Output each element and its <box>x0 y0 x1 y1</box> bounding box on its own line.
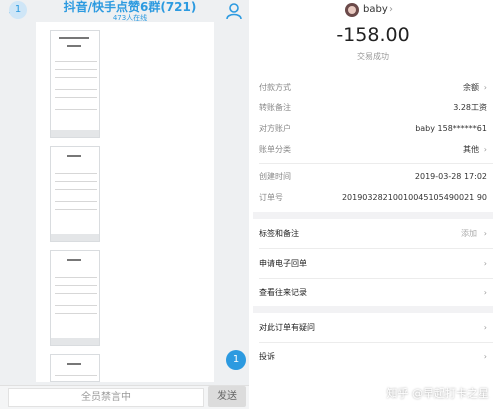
row-value: 20190328210010045105490021 90 <box>341 193 487 202</box>
chevron-right-icon[interactable]: › <box>389 3 393 17</box>
transaction-detail-panel: baby › -158.00 交易成功 付款方式 余额 › 转账备注 3.28工… <box>253 0 493 409</box>
action-tags-notes[interactable]: 标签和备注 添加 › <box>259 227 487 241</box>
row-label: 账单分类 <box>259 145 291 154</box>
action-order-question[interactable]: 对此订单有疑问 › <box>259 321 487 335</box>
divider <box>259 278 493 279</box>
section-separator <box>253 212 493 219</box>
row-label: 转账备注 <box>259 103 291 112</box>
person-icon[interactable] <box>225 2 243 20</box>
user-name[interactable]: baby <box>363 3 388 17</box>
screenshot-thumbnail[interactable] <box>50 354 100 382</box>
row-label: 订单号 <box>259 193 283 202</box>
row-label: 对方账户 <box>259 124 291 133</box>
chevron-right-icon[interactable]: › <box>484 257 487 271</box>
row-value: 3.28工资 <box>453 103 487 112</box>
chat-panel: ‹ 1 抖音/快手点赞6群(721) 473人在线 <box>0 0 249 409</box>
watermark: 知乎 @早起打卡之星 <box>386 387 490 400</box>
unread-badge[interactable]: 1 <box>9 1 27 19</box>
row-label: 创建时间 <box>259 172 291 181</box>
divider <box>259 248 493 249</box>
chevron-right-icon[interactable]: › <box>484 350 487 364</box>
action-e-receipt[interactable]: 申请电子回单 › <box>259 257 487 271</box>
detail-row-counterparty: 对方账户 baby 158******61 <box>259 122 487 136</box>
detail-row-category[interactable]: 账单分类 其他 › <box>259 143 487 157</box>
action-label: 对此订单有疑问 <box>259 323 315 332</box>
transaction-status: 交易成功 <box>357 52 389 61</box>
action-label: 查看往来记录 <box>259 288 307 297</box>
section-separator <box>253 306 493 313</box>
chevron-right-icon[interactable]: › <box>484 321 487 335</box>
divider <box>259 342 493 343</box>
action-complaint[interactable]: 投诉 › <box>259 350 487 364</box>
action-label: 投诉 <box>259 352 275 361</box>
shared-screenshots[interactable] <box>36 22 214 382</box>
detail-row-order-number: 订单号 20190328210010045105490021 90 <box>259 191 487 205</box>
chat-title: 抖音/快手点赞6群(721) <box>63 0 197 14</box>
row-value: baby 158******61 <box>415 124 487 133</box>
screenshot-thumbnail[interactable] <box>50 146 100 242</box>
chevron-right-icon[interactable]: › <box>484 286 487 300</box>
detail-row-remark: 转账备注 3.28工资 <box>259 101 487 115</box>
action-label: 申请电子回单 <box>259 259 307 268</box>
action-view-history[interactable]: 查看往来记录 › <box>259 286 487 300</box>
send-button[interactable]: 发送 <box>208 386 246 407</box>
chevron-right-icon[interactable]: › <box>484 81 487 95</box>
transaction-amount: -158.00 <box>336 24 410 46</box>
action-value: 添加 <box>461 229 477 238</box>
screenshot-thumbnail[interactable] <box>50 250 100 346</box>
detail-row-payment-method: 付款方式 余额 › <box>259 81 487 95</box>
divider <box>259 163 493 164</box>
chevron-right-icon[interactable]: › <box>484 143 487 157</box>
detail-row-created-time: 创建时间 2019-03-28 17:02 <box>259 170 487 184</box>
chevron-right-icon[interactable]: › <box>484 227 487 241</box>
avatar[interactable] <box>345 3 359 17</box>
row-value: 余额 <box>463 83 479 92</box>
row-value: 2019-03-28 17:02 <box>414 172 487 181</box>
new-message-badge[interactable]: 1 <box>226 350 246 370</box>
row-label: 付款方式 <box>259 83 291 92</box>
row-value: 其他 <box>463 145 479 154</box>
message-input-muted: 全员禁言中 <box>8 388 204 407</box>
action-label: 标签和备注 <box>259 229 299 238</box>
screenshot-thumbnail[interactable] <box>50 30 100 138</box>
